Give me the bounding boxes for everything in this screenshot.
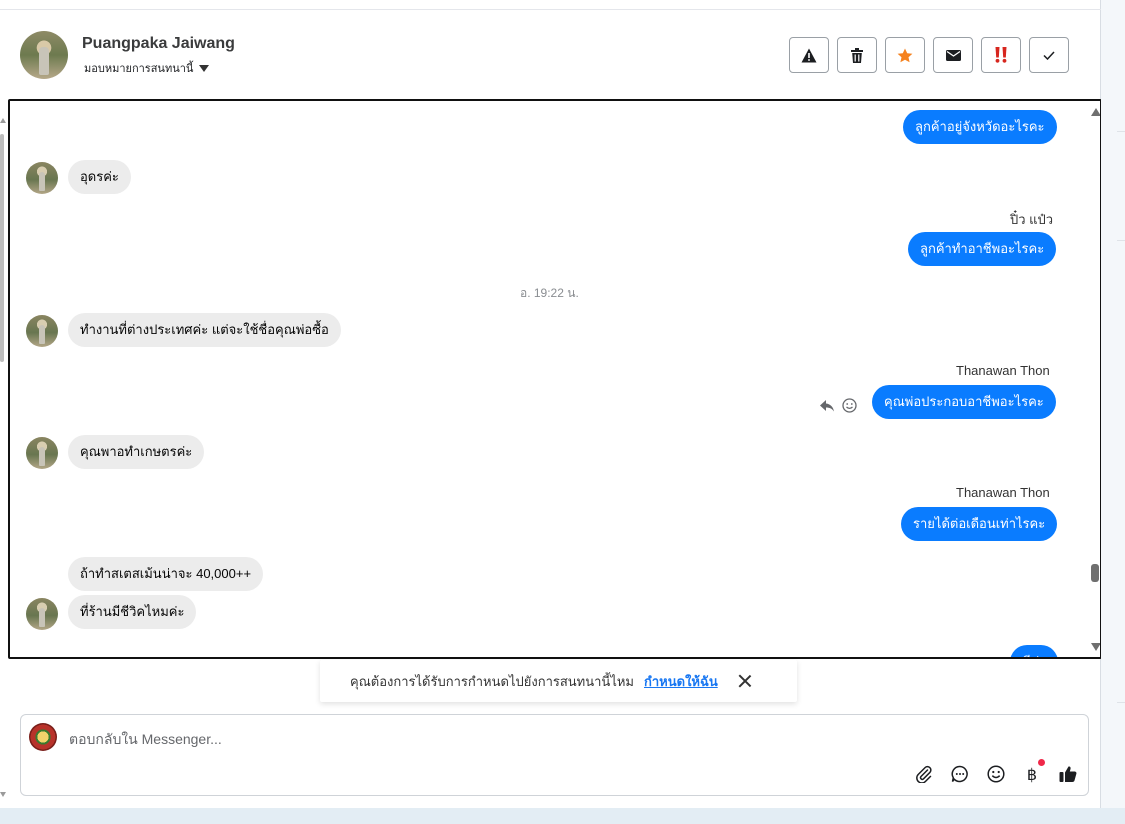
sender-name: ปิ๋ว แป๋ว (1010, 212, 1054, 227)
envelope-icon (945, 49, 961, 61)
assign-label: มอบหมายการสนทนานี้ (84, 63, 194, 75)
assign-conversation-dropdown[interactable]: มอบหมายการสนทนานี้ (84, 59, 210, 77)
scroll-up-arrow[interactable] (0, 118, 6, 123)
message-bubble-outgoing[interactable]: ลูกค้าอยู่จังหวัดอะไรคะ (903, 110, 1057, 144)
left-scrollbar[interactable] (0, 0, 8, 808)
assign-prompt-question: คุณต้องการได้รับการกำหนดไปยังการสนทนานี้… (350, 673, 634, 689)
message-bubble-incoming[interactable]: ถ้าทำสเตสเม้นน่าจะ 40,000++ (68, 557, 264, 591)
mark-done-button[interactable] (1029, 37, 1069, 73)
contact-name[interactable]: Puangpaka Jaiwang (82, 35, 235, 53)
composer-tools: ฿ (913, 759, 1079, 785)
page-avatar (29, 723, 57, 751)
conversation-header: Puangpaka Jaiwang มอบหมายการสนทนานี้ (8, 11, 1101, 99)
contact-avatar-small[interactable] (26, 315, 58, 347)
paperclip-icon[interactable] (913, 763, 935, 785)
sender-name: Thanawan Thon (956, 363, 1050, 378)
message-thread[interactable]: ลูกค้าอยู่จังหวัดอะไรคะ อุดรค่ะ ปิ๋ว แป๋… (8, 99, 1102, 659)
baht-glyph: ฿ (1026, 764, 1038, 784)
message-actions (820, 398, 857, 413)
baht-icon[interactable]: ฿ (1021, 759, 1045, 785)
contact-avatar-small[interactable] (26, 598, 58, 630)
reply-composer: ฿ (20, 714, 1089, 796)
sender-name: Thanawan Thon (956, 485, 1050, 500)
header-actions (789, 37, 1069, 73)
assign-prompt: คุณต้องการได้รับการกำหนดไปยังการสนทนานี้… (320, 660, 797, 702)
reply-icon[interactable] (820, 399, 834, 412)
close-icon[interactable] (738, 674, 752, 688)
contact-avatar-small[interactable] (26, 162, 58, 194)
reply-input[interactable] (69, 727, 869, 751)
contact-avatar[interactable] (20, 31, 68, 79)
top-strip (0, 0, 1101, 10)
emoji-react-icon[interactable] (842, 398, 857, 413)
scroll-down-arrow[interactable] (0, 792, 6, 797)
star-button[interactable] (885, 37, 925, 73)
message-bubble-outgoing[interactable]: คุณพ่อประกอบอาชีพอะไรคะ (872, 385, 1056, 419)
caret-down-icon (199, 64, 210, 72)
scroll-thumb[interactable] (1091, 564, 1099, 582)
assign-to-me-link[interactable]: กำหนดให้ฉัน (644, 671, 718, 692)
star-icon (897, 48, 913, 62)
right-rail (1101, 0, 1125, 808)
scroll-thumb[interactable] (0, 134, 4, 362)
report-button[interactable] (789, 37, 829, 73)
warning-icon (801, 48, 817, 62)
message-bubble-incoming[interactable]: คุณพาอทำเกษตรค่ะ (68, 435, 205, 469)
message-bubble-outgoing[interactable]: ลูกค้าทำอาชีพอะไรคะ (908, 232, 1057, 266)
message-bubble-incoming[interactable]: ที่ร้านมีชีวิคไหมค่ะ (68, 595, 197, 629)
double-exclamation-icon (995, 47, 1007, 63)
conversation-panel: Puangpaka Jaiwang มอบหมายการสนทนานี้ ลูก… (0, 0, 1102, 808)
delete-button[interactable] (837, 37, 877, 73)
message-bubble-outgoing[interactable]: มีค่ะ (1010, 645, 1059, 657)
trash-icon (851, 47, 863, 63)
contact-avatar-small[interactable] (26, 437, 58, 469)
scroll-up-arrow[interactable] (1091, 108, 1100, 116)
mark-spam-button[interactable] (981, 37, 1021, 73)
checkmark-icon (1043, 50, 1055, 60)
message-bubble-outgoing[interactable]: รายได้ต่อเดือนเท่าไรคะ (901, 507, 1058, 541)
message-timestamp: อ. 19:22 น. (520, 286, 579, 300)
emoji-icon[interactable] (985, 763, 1007, 785)
divider (1117, 131, 1125, 132)
divider (1117, 702, 1125, 703)
scroll-down-arrow[interactable] (1091, 643, 1100, 651)
mark-unread-button[interactable] (933, 37, 973, 73)
thumbs-up-icon[interactable] (1057, 763, 1079, 785)
notification-dot (1038, 759, 1045, 766)
message-bubble-incoming[interactable]: อุดรค่ะ (68, 160, 131, 194)
saved-reply-icon[interactable] (949, 763, 971, 785)
message-bubble-incoming[interactable]: ทำงานที่ต่างประเทศค่ะ แต่จะใช้ชื่อคุณพ่อ… (68, 313, 341, 347)
divider (1117, 240, 1125, 241)
